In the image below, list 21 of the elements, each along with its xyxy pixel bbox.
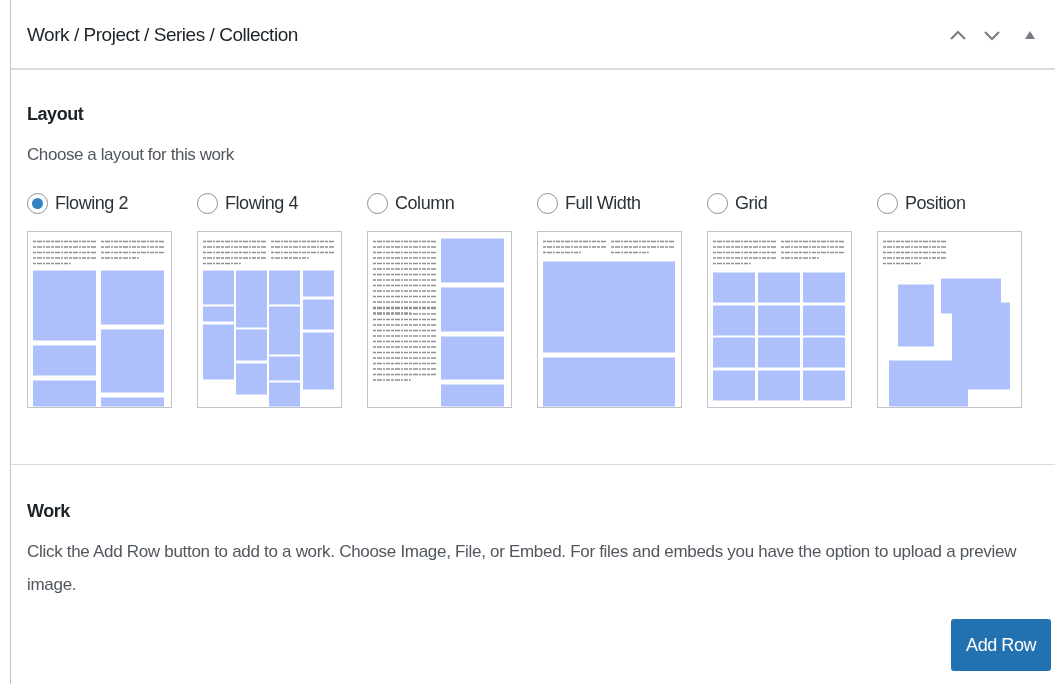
radio-button-selected[interactable] xyxy=(27,193,48,214)
chevron-down-icon xyxy=(983,29,1001,41)
section-heading: Layout xyxy=(27,103,85,126)
add-row-button[interactable]: Add Row xyxy=(951,619,1051,671)
section-description: Click the Add Row button to add to a work. Choose Image, File, or Embed. For files and embeds you have the option to upload a preview image. xyxy=(27,541,1018,596)
radio-button[interactable] xyxy=(877,193,898,214)
layout-radio-option[interactable]: Flowing 4 xyxy=(197,191,298,216)
layout-radio-option[interactable]: Position xyxy=(877,191,966,216)
panel-title: Work / Project / Series / Collection xyxy=(27,22,299,47)
layout-radio-option[interactable]: Column xyxy=(367,191,455,216)
layout-radio-option[interactable]: Full Width xyxy=(537,191,641,216)
section-heading: Work xyxy=(27,500,71,523)
triangle-up-icon xyxy=(1025,31,1035,39)
radio-button[interactable] xyxy=(707,193,728,214)
radio-button[interactable] xyxy=(367,193,388,214)
layout-radio-option[interactable]: Flowing 2 xyxy=(27,191,128,216)
section-description: Choose a layout for this work xyxy=(27,144,235,166)
radio-button[interactable] xyxy=(537,193,558,214)
radio-button[interactable] xyxy=(197,193,218,214)
layout-radio-option[interactable]: Grid xyxy=(707,191,768,216)
chevron-up-icon xyxy=(949,29,967,41)
